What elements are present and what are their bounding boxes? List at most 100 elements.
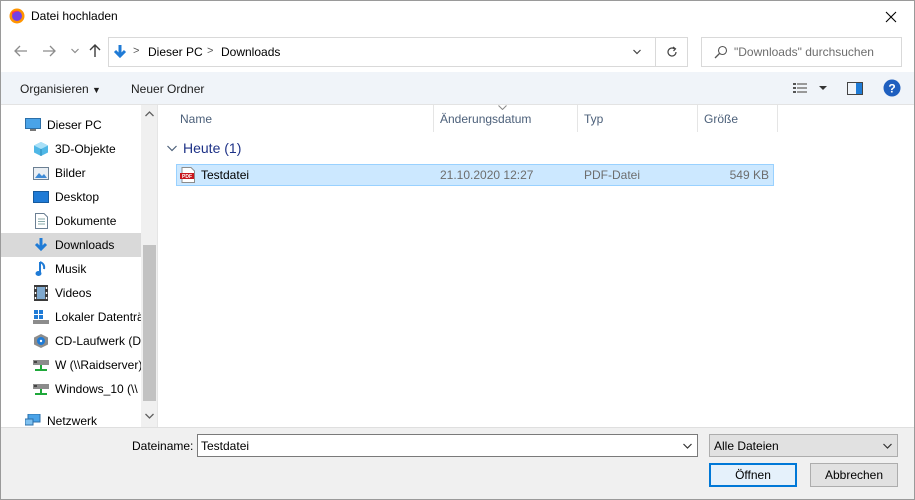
- pdf-icon: PDF: [180, 167, 195, 183]
- desktop-icon: [33, 189, 49, 205]
- organize-menu[interactable]: Organisieren ▼: [20, 82, 101, 96]
- table-row[interactable]: PDF Testdatei 21.10.2020 12:27 PDF-Datei…: [176, 164, 774, 186]
- recent-locations-button[interactable]: [67, 43, 83, 59]
- sidebar-item-label: Desktop: [55, 190, 100, 204]
- sidebar-item-label: Bilder: [55, 166, 86, 180]
- column-header-type[interactable]: Typ: [578, 105, 698, 132]
- sidebar-item-network[interactable]: Netzwerk: [1, 409, 141, 427]
- sidebar-item-network-drive-w[interactable]: W (\\Raidserver): [1, 353, 141, 377]
- close-button[interactable]: [868, 1, 914, 32]
- sidebar-item-label: Netzwerk: [47, 414, 98, 427]
- column-header-label: Änderungsdatum: [440, 112, 532, 126]
- sidebar-item-downloads[interactable]: Downloads: [1, 233, 141, 257]
- sidebar-item-this-pc[interactable]: Dieser PC: [1, 113, 141, 137]
- sidebar-item-label: Dokumente: [55, 214, 117, 228]
- drive-icon: [33, 309, 49, 325]
- window-title: Datei hochladen: [31, 9, 118, 23]
- help-icon: ?: [883, 79, 901, 97]
- sidebar-item-label: Windows_10 (\\: [55, 382, 138, 396]
- sidebar-item-label: Musik: [55, 262, 87, 276]
- filetype-select[interactable]: Alle Dateien: [709, 434, 898, 457]
- filetype-dropdown-button[interactable]: [877, 435, 897, 456]
- sidebar-item-pictures[interactable]: Bilder: [1, 161, 141, 185]
- chevron-down-icon: [145, 413, 154, 419]
- help-button[interactable]: ?: [883, 79, 901, 100]
- sidebar-item-local-drive[interactable]: Lokaler Datenträ: [1, 305, 141, 329]
- forward-button[interactable]: [41, 43, 57, 59]
- column-header-date[interactable]: Änderungsdatum: [434, 105, 578, 132]
- group-header-today[interactable]: Heute (1): [167, 140, 241, 156]
- open-button[interactable]: Öffnen: [709, 463, 797, 487]
- breadcrumb-item[interactable]: Downloads: [221, 45, 280, 59]
- preview-pane-button[interactable]: [847, 82, 863, 98]
- navigation-pane: Dieser PC 3D-Objekte Bilder Desktop Doku…: [1, 105, 158, 427]
- documents-icon: [33, 213, 49, 229]
- back-button[interactable]: [13, 43, 29, 59]
- file-name: Testdatei: [201, 168, 250, 182]
- sidebar-item-cd-drive[interactable]: CD-Laufwerk (D:: [1, 329, 141, 353]
- filename-label: Dateiname:: [132, 439, 194, 453]
- download-icon: [113, 45, 127, 59]
- firefox-icon: [9, 8, 25, 24]
- address-dropdown-button[interactable]: [625, 38, 649, 66]
- pdf-icon-label: PDF: [182, 174, 192, 180]
- network-drive-icon: [33, 357, 49, 373]
- chevron-down-icon: [682, 443, 692, 449]
- address-bar[interactable]: > Dieser PC > Downloads: [108, 37, 688, 67]
- sidebar-item-label: Lokaler Datenträ: [55, 310, 141, 324]
- sidebar-item-videos[interactable]: Videos: [1, 281, 141, 305]
- view-options-button[interactable]: [793, 82, 829, 97]
- preview-pane-icon: [847, 82, 863, 95]
- scroll-down-button[interactable]: [141, 407, 157, 424]
- sidebar-item-label: CD-Laufwerk (D:: [55, 334, 141, 348]
- filename-dropdown-button[interactable]: [677, 435, 697, 456]
- file-size: 549 KB: [729, 168, 769, 182]
- refresh-button[interactable]: [655, 38, 687, 66]
- search-input[interactable]: [734, 44, 894, 60]
- sidebar-item-desktop[interactable]: Desktop: [1, 185, 141, 209]
- scroll-thumb[interactable]: [143, 245, 156, 401]
- sidebar-item-label: Videos: [55, 286, 92, 300]
- breadcrumb-separator-icon: >: [133, 45, 140, 57]
- cancel-button[interactable]: Abbrechen: [810, 463, 898, 487]
- network-drive-icon: [33, 381, 49, 397]
- pictures-icon: [33, 165, 49, 181]
- videos-icon: [33, 285, 49, 301]
- up-button[interactable]: [87, 43, 103, 59]
- chevron-down-icon: [882, 443, 892, 449]
- filename-combobox[interactable]: [197, 434, 698, 457]
- column-header-name[interactable]: Name: [174, 105, 434, 132]
- dialog-footer: Dateiname: Alle Dateien Öffnen Abbrechen: [1, 427, 914, 499]
- filetype-value: Alle Dateien: [714, 439, 779, 453]
- sidebar-item-documents[interactable]: Dokumente: [1, 209, 141, 233]
- title-bar: Datei hochladen: [1, 1, 914, 32]
- sidebar-item-music[interactable]: Musik: [1, 257, 141, 281]
- filename-input[interactable]: [201, 438, 671, 453]
- file-list: Name Änderungsdatum Typ Größe Heute (1) …: [159, 105, 914, 427]
- group-header-label: Heute (1): [183, 140, 242, 156]
- new-folder-button[interactable]: Neuer Ordner: [131, 82, 204, 96]
- scroll-up-button[interactable]: [141, 105, 157, 122]
- arrow-right-icon: [43, 45, 56, 57]
- breadcrumb-item[interactable]: Dieser PC: [148, 45, 203, 59]
- download-icon: [33, 237, 49, 253]
- pc-icon: [25, 117, 41, 133]
- sidebar-item-3d-objects[interactable]: 3D-Objekte: [1, 137, 141, 161]
- column-header-size[interactable]: Größe: [698, 105, 778, 132]
- refresh-icon: [666, 46, 677, 57]
- caret-down-icon: ▼: [92, 85, 101, 95]
- search-icon: [714, 45, 728, 59]
- sidebar-item-label: 3D-Objekte: [55, 142, 116, 156]
- svg-text:?: ?: [888, 82, 895, 96]
- network-icon: [25, 413, 41, 427]
- search-box[interactable]: [701, 37, 902, 67]
- command-bar: Organisieren ▼ Neuer Ordner ?: [1, 72, 914, 105]
- chevron-down-icon: [167, 145, 177, 151]
- file-date: 21.10.2020 12:27: [440, 168, 534, 182]
- music-icon: [33, 261, 49, 277]
- sidebar-scrollbar[interactable]: [141, 105, 157, 427]
- navigation-bar: > Dieser PC > Downloads: [1, 32, 914, 72]
- sidebar-item-network-drive-windows10[interactable]: Windows_10 (\\: [1, 377, 141, 401]
- file-dialog: Datei hochladen > Dieser PC > Downloads: [0, 0, 915, 500]
- cd-icon: [33, 333, 49, 349]
